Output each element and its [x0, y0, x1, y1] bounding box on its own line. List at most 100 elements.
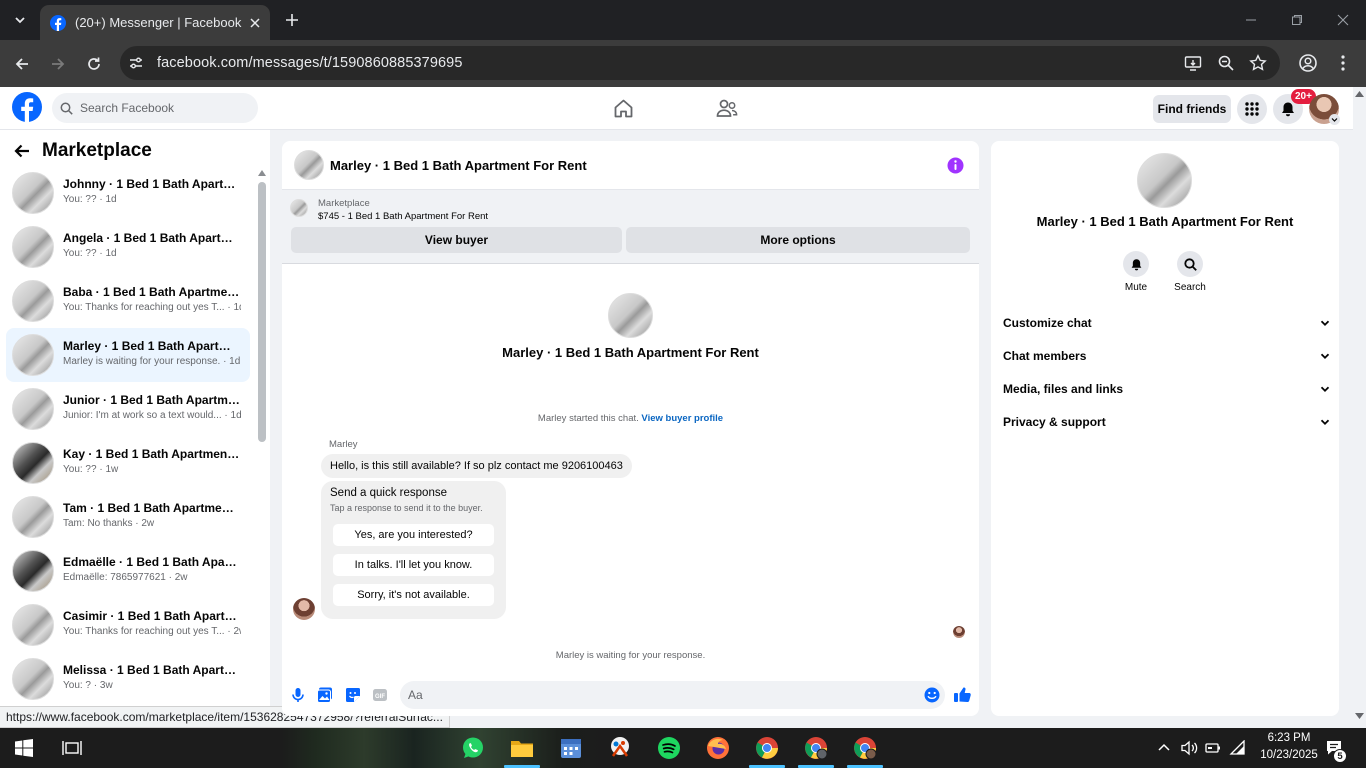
task-view-button[interactable] — [60, 736, 84, 760]
conversation-item[interactable]: Junior · 1 Bed 1 Bath Apartment... Junior… — [6, 382, 250, 436]
conversation-item[interactable]: Melissa · 1 Bed 1 Bath Apartme... You: ? … — [6, 652, 250, 706]
sticker-icon[interactable] — [344, 686, 362, 704]
conversation-item-active[interactable]: Marley · 1 Bed 1 Bath Apartmen... Marley … — [6, 328, 250, 382]
volume-icon[interactable] — [1180, 740, 1198, 756]
site-settings-icon[interactable] — [128, 55, 144, 71]
app-taskbar-icon[interactable] — [559, 736, 583, 760]
friends-icon[interactable] — [716, 98, 738, 119]
chat-started-line: Marley started this chat. View buyer pro… — [282, 413, 979, 424]
chat-title[interactable]: Marley · 1 Bed 1 Bath Apartment For Rent — [330, 141, 587, 190]
conversation-item[interactable]: Casimir · 1 Bed 1 Bath Apartme... You: Th… — [6, 598, 250, 652]
new-tab-button[interactable] — [282, 10, 302, 30]
conversation-name: Tam · 1 Bed 1 Bath Apartment F... — [63, 501, 241, 515]
mute-button[interactable] — [1123, 251, 1149, 277]
home-icon[interactable] — [613, 98, 634, 119]
zoom-icon[interactable] — [1217, 54, 1235, 72]
scroll-down-icon[interactable] — [1355, 713, 1364, 720]
facebook-search[interactable]: Search Facebook — [52, 93, 258, 123]
tab-search-button[interactable] — [8, 8, 32, 32]
conversation-item[interactable]: Kay · 1 Bed 1 Bath Apartment F... You: ??… — [6, 436, 250, 490]
conversation-preview: You: Thanks for reaching out yes T... · … — [63, 302, 241, 313]
reload-button[interactable] — [82, 52, 106, 76]
chat-listing-thumbnail[interactable] — [294, 150, 324, 180]
start-button[interactable] — [12, 736, 36, 760]
browser-tab-messenger[interactable]: (20+) Messenger | Facebook — [40, 5, 270, 40]
whatsapp-icon — [463, 737, 483, 758]
quick-response-not-available-button[interactable]: Sorry, it's not available. — [333, 584, 494, 606]
page-scrollbar[interactable] — [1353, 87, 1366, 728]
section-label: Media, files and links — [1003, 381, 1124, 396]
facebook-logo-icon[interactable] — [12, 92, 42, 122]
conversation-item[interactable]: Tam · 1 Bed 1 Bath Apartment F... Tam: No… — [6, 490, 250, 544]
emoji-icon[interactable] — [923, 686, 941, 704]
facebook-favicon-icon — [50, 14, 66, 31]
chrome-profile2-taskbar-icon[interactable] — [853, 736, 877, 760]
message-input[interactable]: Aa — [400, 681, 945, 709]
minimize-button[interactable] — [1228, 0, 1274, 40]
bookmark-star-icon[interactable] — [1249, 54, 1267, 72]
listing-title[interactable]: $745 - 1 Bed 1 Bath Apartment For Rent — [318, 211, 488, 222]
conversation-item[interactable]: Edmaëlle · 1 Bed 1 Bath Apartm... Edmaëll… — [6, 544, 250, 598]
chat-members-row[interactable]: Chat members — [1003, 339, 1331, 372]
taskbar-clock[interactable]: 6:23 PM 10/23/2025 — [1252, 730, 1326, 764]
more-menu-icon[interactable] — [1336, 54, 1350, 72]
find-friends-button[interactable]: Find friends — [1153, 95, 1231, 123]
conversation-list-scrollbar[interactable] — [258, 182, 266, 442]
profile-icon[interactable] — [1298, 53, 1318, 73]
back-arrow-icon[interactable] — [12, 141, 32, 161]
scroll-up-icon[interactable] — [1355, 90, 1364, 97]
clock-time: 6:23 PM — [1267, 732, 1311, 744]
install-app-icon[interactable] — [1184, 54, 1202, 72]
conversation-preview: Tam: No thanks · 2w — [63, 518, 155, 529]
info-icon[interactable] — [946, 156, 965, 175]
restore-icon — [1292, 15, 1302, 25]
snipping-taskbar-icon[interactable] — [608, 736, 632, 760]
conversation-item[interactable]: Johnny · 1 Bed 1 Bath Apartmen... You: ??… — [6, 166, 250, 220]
battery-icon[interactable] — [1204, 740, 1222, 756]
details-listing-thumbnail[interactable] — [1137, 153, 1192, 208]
account-chevron-icon[interactable] — [1329, 114, 1340, 125]
privacy-support-row[interactable]: Privacy & support — [1003, 405, 1331, 438]
file-explorer-taskbar-icon[interactable] — [510, 736, 534, 760]
search-in-chat-button[interactable] — [1177, 251, 1203, 277]
quick-response-title: Send a quick response — [330, 487, 447, 499]
menu-button[interactable] — [1237, 94, 1267, 124]
forward-button[interactable] — [46, 52, 70, 76]
list-scroll-up-icon[interactable] — [258, 170, 266, 176]
message-composer: GIF Aa — [282, 678, 979, 716]
view-buyer-button[interactable]: View buyer — [291, 227, 622, 253]
url-text[interactable]: facebook.com/messages/t/1590860885379695 — [157, 40, 463, 87]
spotify-taskbar-icon[interactable] — [657, 736, 681, 760]
close-window-button[interactable] — [1320, 0, 1366, 40]
thumbs-up-icon[interactable] — [953, 685, 972, 704]
microphone-icon[interactable] — [289, 686, 307, 704]
more-options-button[interactable]: More options — [626, 227, 970, 253]
listing-mini-thumbnail — [290, 199, 308, 217]
conversation-item[interactable]: Angela · 1 Bed 1 Bath Apartmen... You: ??… — [6, 220, 250, 274]
restore-button[interactable] — [1274, 0, 1320, 40]
sender-avatar[interactable] — [293, 598, 315, 620]
quick-response-yes-button[interactable]: Yes, are you interested? — [333, 524, 494, 546]
media-files-links-row[interactable]: Media, files and links — [1003, 372, 1331, 405]
message-bubble[interactable]: Hello, is this still available? If so pl… — [321, 454, 632, 478]
photo-icon[interactable] — [316, 686, 334, 704]
back-button[interactable] — [10, 52, 34, 76]
conversation-item[interactable]: Baba · 1 Bed 1 Bath Apartment ... You: Th… — [6, 274, 250, 328]
listing-thumbnail — [12, 280, 54, 322]
conversation-name: Johnny · 1 Bed 1 Bath Apartmen... — [63, 177, 241, 191]
view-buyer-profile-link[interactable]: View buyer profile — [641, 413, 723, 424]
customize-chat-row[interactable]: Customize chat — [1003, 306, 1331, 339]
close-tab-icon[interactable] — [250, 17, 260, 28]
search-action[interactable]: Search — [1165, 251, 1215, 293]
wifi-icon[interactable] — [1229, 740, 1247, 756]
whatsapp-taskbar-icon[interactable] — [461, 736, 485, 760]
gif-icon[interactable]: GIF — [371, 686, 389, 704]
section-label: Privacy & support — [1003, 414, 1106, 429]
chrome-profile-taskbar-icon[interactable] — [804, 736, 828, 760]
quick-response-in-talks-button[interactable]: In talks. I'll let you know. — [333, 554, 494, 576]
conversation-preview: You: Thanks for reaching out yes T... · … — [63, 626, 241, 637]
mute-action[interactable]: Mute — [1111, 251, 1161, 293]
chrome-taskbar-icon[interactable] — [755, 736, 779, 760]
show-hidden-icons-icon[interactable] — [1157, 741, 1171, 755]
firefox-taskbar-icon[interactable] — [706, 736, 730, 760]
